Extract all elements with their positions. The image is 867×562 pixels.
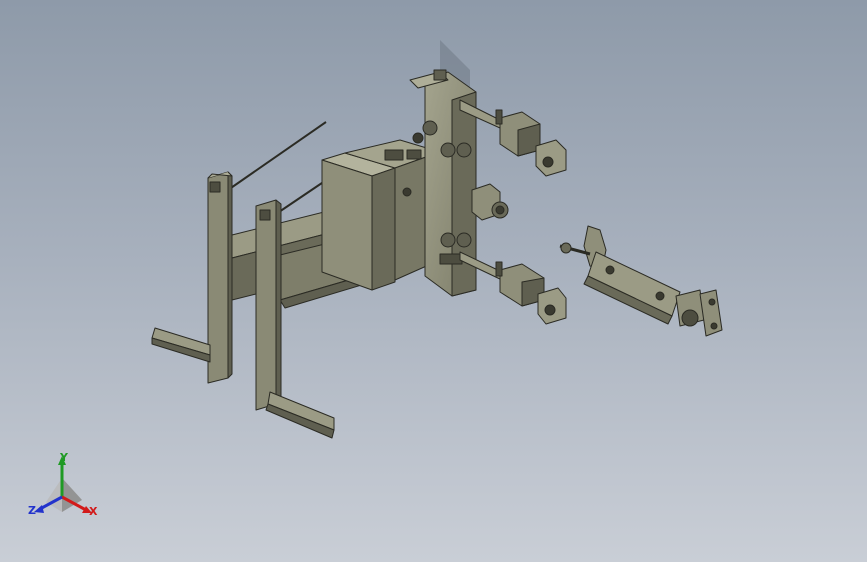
center-cylinder xyxy=(471,183,509,221)
triad-x-label: X xyxy=(89,505,98,518)
pneumatic-cylinder xyxy=(559,225,723,337)
center-mount-block xyxy=(321,139,441,291)
left-gripper-finger xyxy=(151,171,233,384)
triad-icon xyxy=(34,456,92,513)
gripper-assembly-model[interactable] xyxy=(0,0,867,562)
triad-y-label: Y xyxy=(60,451,68,464)
triad-z-label: Z xyxy=(28,504,36,517)
cad-graphics-viewport[interactable]: Y X Z xyxy=(0,0,867,562)
